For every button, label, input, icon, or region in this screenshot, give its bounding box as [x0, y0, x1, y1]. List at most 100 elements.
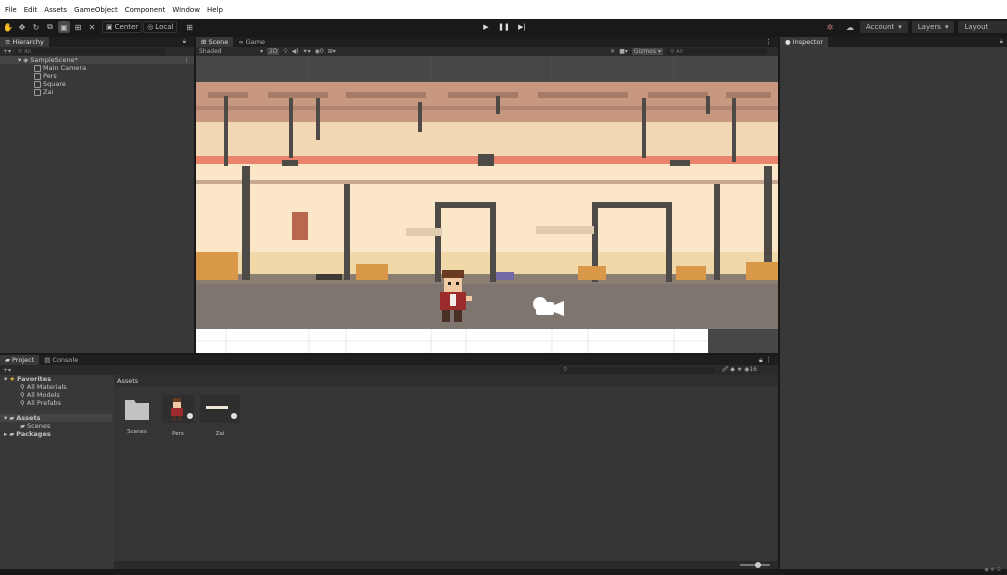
status-bar: ◉ ⚙ ☷ [0, 567, 1007, 575]
hierarchy-item-main-camera[interactable]: Main Camera [0, 64, 194, 72]
cloud-icon[interactable]: ☁ [844, 21, 856, 33]
hierarchy-tab-label: Hierarchy [12, 38, 44, 46]
pivot-center-toggle[interactable]: ▣ Center [102, 21, 143, 33]
scene-menu-icon[interactable]: ⋮ [765, 38, 772, 46]
play-button[interactable]: ▶ [477, 21, 495, 33]
layers-dropdown[interactable]: Layers ▾ [911, 21, 955, 33]
menu-component[interactable]: Component [125, 6, 166, 14]
asset-item-scenes[interactable]: Scenes [122, 397, 152, 445]
asset-item-zai[interactable]: Zai [200, 395, 240, 445]
hand-tool-icon[interactable]: ✋ [2, 21, 14, 33]
chevron-down-icon: ▾ [259, 48, 263, 55]
gizmos-dropdown[interactable]: Gizmos ▾ [631, 48, 663, 55]
menu-edit[interactable]: Edit [24, 6, 38, 14]
project-tabstrip: ▰ Project ▤ Console 🔒︎ ⋮ [0, 355, 778, 365]
scale-tool-icon[interactable]: ⧉ [44, 21, 56, 33]
slider-thumb[interactable] [755, 562, 761, 568]
audio-icon[interactable]: ◀) [292, 48, 299, 55]
camera-icon[interactable]: ■▾ [619, 48, 628, 55]
scene-menu-icon[interactable]: ⋮ [184, 56, 191, 64]
tab-console[interactable]: ▤ Console [39, 355, 83, 365]
status-icons[interactable]: ◉ ⚙ ☷ [984, 567, 1001, 573]
menu-help[interactable]: Help [207, 6, 223, 14]
project-search-input[interactable]: ⚲ [560, 366, 715, 374]
project-tab-label: Project [12, 356, 35, 364]
grid-toggle-icon[interactable]: ⊞▾ [328, 48, 336, 55]
hierarchy-item-label: Square [43, 80, 66, 88]
asset-item-pers[interactable]: Pers [161, 395, 195, 445]
playback-controls: ▶ ❚❚ ▶| [477, 21, 531, 33]
lock-icon[interactable]: 🔒︎ [183, 38, 186, 46]
hierarchy-item-pers[interactable]: Pers [0, 72, 194, 80]
packages-folder-row[interactable]: ▸ ▰ Packages [0, 430, 112, 438]
transform-tool-icon[interactable]: ⊞ [72, 21, 84, 33]
folder-icon: ▰ [5, 356, 10, 364]
tab-scene[interactable]: ⊞ Scene [196, 37, 234, 47]
lock-icon[interactable]: 🔒︎ [1000, 38, 1003, 46]
project-tools-icons[interactable]: 🖉 ◆ ★ ◉16 [722, 365, 757, 375]
hierarchy-search-input[interactable]: ⚲ All [15, 48, 166, 55]
asset-label: Zai [215, 431, 225, 437]
background-sprite[interactable] [196, 82, 778, 329]
favorites-item-label: All Materials [26, 383, 67, 391]
lighting-icon[interactable]: 💡︎ [283, 48, 287, 56]
favorites-label: Favorites [17, 375, 52, 383]
menu-window[interactable]: Window [172, 6, 200, 14]
hierarchy-item-square[interactable]: Square [0, 80, 194, 88]
pivot-local-toggle[interactable]: ◎ Local [143, 21, 178, 33]
scene-grid-icon: ⊞ [201, 38, 207, 46]
tab-game[interactable]: ∞ Game [233, 37, 270, 47]
expand-arrow-icon[interactable]: ▾ [18, 56, 21, 64]
favorites-item-all-models[interactable]: ⚲ All Models [0, 391, 112, 399]
custom-tool-icon[interactable]: ✕ [86, 21, 98, 33]
tab-inspector[interactable]: ● Inspector [780, 37, 828, 47]
layout-dropdown[interactable]: Layout [958, 21, 1007, 33]
inspector-tab-label: Inspector [792, 38, 823, 46]
menu-gameobject[interactable]: GameObject [74, 6, 118, 14]
chevron-down-icon: ▾ [657, 48, 661, 55]
favorites-row[interactable]: ▾ ★ Favorites [0, 375, 112, 383]
assets-folder-scenes[interactable]: ▰ Scenes [0, 422, 112, 430]
effects-icon[interactable]: ✦▾ [303, 48, 311, 55]
expand-arrow-icon[interactable]: ▸ [4, 430, 7, 438]
scene-row[interactable]: ▾ ◈ SampleScene* ⋮ [0, 56, 194, 64]
rotate-tool-icon[interactable]: ↻ [30, 21, 42, 33]
assets-folder-row[interactable]: ▾ ▰ Assets [0, 414, 112, 422]
hierarchy-panel: ≡ Hierarchy 🔒︎ +▾ ⚲ All ▾ ◈ SampleScene* ⋮… [0, 37, 194, 353]
expand-arrow-icon[interactable]: ▾ [4, 375, 7, 383]
line-sprite-icon [200, 395, 240, 423]
hierarchy-item-zai[interactable]: Zai [0, 88, 194, 96]
folder-icon: ▰ [9, 414, 15, 422]
account-dropdown[interactable]: Account ▾ [860, 21, 908, 33]
toggle-2d-button[interactable]: 2D [267, 48, 280, 55]
favorites-item-all-materials[interactable]: ⚲ All Materials [0, 383, 112, 391]
project-menu-icon[interactable]: 🔒︎ ⋮ [759, 356, 772, 365]
rect-tool-icon[interactable]: ▣ [58, 21, 70, 33]
menu-assets[interactable]: Assets [44, 6, 67, 14]
menu-file[interactable]: File [5, 6, 17, 14]
scene-canvas[interactable] [196, 56, 778, 353]
grid-snap-icon[interactable]: ⊞ [183, 21, 195, 33]
tab-hierarchy[interactable]: ≡ Hierarchy [0, 37, 49, 47]
tools-icon[interactable]: ✕ [610, 48, 615, 55]
expand-arrow-icon[interactable]: ▾ [4, 414, 7, 422]
scene-toolbar: Shaded ▾ 2D 💡︎ ◀) ✦▾ ◉0 ⊞▾ ✕ ■▾ Gizmos ▾ ⚲… [196, 47, 778, 56]
chevron-down-icon: ▾ [944, 23, 949, 31]
favorites-item-all-prefabs[interactable]: ⚲ All Prefabs [0, 399, 112, 407]
hidden-objects-icon[interactable]: ◉0 [315, 48, 324, 55]
add-object-button[interactable]: +▾ [3, 48, 11, 55]
create-asset-button[interactable]: +▾ [3, 367, 11, 374]
asset-label: Scenes [127, 429, 147, 435]
tab-project[interactable]: ▰ Project [0, 355, 40, 365]
move-tool-icon[interactable]: ✥ [16, 21, 28, 33]
scene-search-input[interactable]: ⚲ All [667, 48, 767, 55]
scene-tabstrip: ⊞ Scene ∞ Game ⋮ [196, 37, 778, 47]
pause-button[interactable]: ❚❚ [495, 21, 513, 33]
shading-label: Shaded [199, 48, 222, 55]
step-button[interactable]: ▶| [513, 21, 531, 33]
breadcrumb-assets[interactable]: Assets [117, 377, 138, 385]
layout-label: Layout [964, 23, 989, 31]
folder-icon: ▰ [20, 422, 25, 430]
collab-icon[interactable]: ✲ [824, 21, 836, 33]
shading-mode-dropdown[interactable]: Shaded ▾ [199, 48, 263, 55]
